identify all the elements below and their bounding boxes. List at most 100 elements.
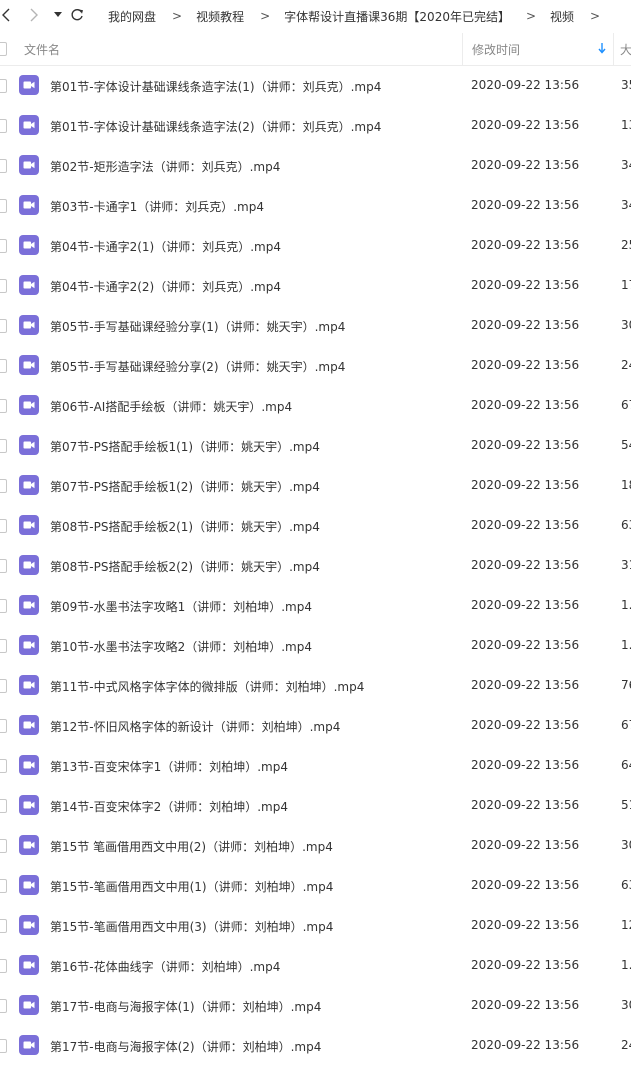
file-name[interactable]: 第01节-字体设计基础课线条造字法(2)（讲师：刘兵克）.mp4	[50, 118, 381, 135]
row-checkbox[interactable]	[0, 959, 7, 973]
row-checkbox[interactable]	[0, 639, 7, 653]
file-name[interactable]: 第17节-电商与海报字体(1)（讲师：刘柏坤）.mp4	[50, 998, 321, 1015]
video-file-icon	[19, 235, 39, 255]
breadcrumb-separator[interactable]: >	[590, 9, 600, 23]
file-modified-time: 2020-09-22 13:56	[471, 158, 580, 172]
video-file-icon	[19, 355, 39, 375]
row-checkbox[interactable]	[0, 799, 7, 813]
video-file-icon	[19, 555, 39, 575]
row-checkbox[interactable]	[0, 159, 7, 173]
select-all-checkbox[interactable]	[0, 42, 7, 56]
row-checkbox[interactable]	[0, 759, 7, 773]
row-checkbox[interactable]	[0, 679, 7, 693]
back-button[interactable]	[0, 4, 14, 26]
row-checkbox[interactable]	[0, 199, 7, 213]
history-dropdown-button[interactable]	[52, 4, 64, 26]
file-size: 76	[621, 678, 631, 692]
file-name[interactable]: 第08节-PS搭配手绘板2(1)（讲师：姚天宇）.mp4	[50, 518, 320, 535]
file-size: 24	[621, 358, 631, 372]
row-checkbox[interactable]	[0, 879, 7, 893]
row-checkbox[interactable]	[0, 1039, 7, 1053]
row-checkbox[interactable]	[0, 519, 7, 533]
file-row[interactable]: 第08节-PS搭配手绘板2(1)（讲师：姚天宇）.mp4 2020-09-22 …	[0, 506, 631, 546]
video-file-icon	[19, 155, 39, 175]
row-checkbox[interactable]	[0, 839, 7, 853]
file-row[interactable]: 第02节-矩形造字法（讲师：刘兵克）.mp4 2020-09-22 13:56 …	[0, 146, 631, 186]
file-name[interactable]: 第05节-手写基础课经验分享(1)（讲师：姚天宇）.mp4	[50, 318, 345, 335]
file-row[interactable]: 第06节-AI搭配手绘板（讲师：姚天宇）.mp4 2020-09-22 13:5…	[0, 386, 631, 426]
file-name[interactable]: 第07节-PS搭配手绘板1(2)（讲师：姚天宇）.mp4	[50, 478, 320, 495]
file-name[interactable]: 第11节-中式风格字体字体的微排版（讲师：刘柏坤）.mp4	[50, 678, 364, 695]
file-modified-time: 2020-09-22 13:56	[471, 118, 580, 132]
row-checkbox[interactable]	[0, 399, 7, 413]
column-header-time[interactable]: 修改时间	[472, 41, 520, 58]
row-checkbox[interactable]	[0, 279, 7, 293]
column-header-name[interactable]: 文件名	[24, 41, 60, 58]
file-name[interactable]: 第09节-水墨书法字攻略1（讲师：刘柏坤）.mp4	[50, 598, 312, 615]
row-checkbox[interactable]	[0, 239, 7, 253]
row-checkbox[interactable]	[0, 599, 7, 613]
column-header-size[interactable]: 大	[620, 41, 631, 58]
refresh-button[interactable]	[68, 4, 86, 26]
file-name[interactable]: 第14节-百变宋体字2（讲师：刘柏坤）.mp4	[50, 798, 288, 815]
file-row[interactable]: 第07节-PS搭配手绘板1(2)（讲师：姚天宇）.mp4 2020-09-22 …	[0, 466, 631, 506]
row-checkbox[interactable]	[0, 439, 7, 453]
file-modified-time: 2020-09-22 13:56	[471, 78, 580, 92]
file-row[interactable]: 第04节-卡通字2(1)（讲师：刘兵克）.mp4 2020-09-22 13:5…	[0, 226, 631, 266]
file-row[interactable]: 第07节-PS搭配手绘板1(1)（讲师：姚天宇）.mp4 2020-09-22 …	[0, 426, 631, 466]
row-checkbox[interactable]	[0, 559, 7, 573]
file-row[interactable]: 第09节-水墨书法字攻略1（讲师：刘柏坤）.mp4 2020-09-22 13:…	[0, 586, 631, 626]
file-name[interactable]: 第04节-卡通字2(2)（讲师：刘兵克）.mp4	[50, 278, 281, 295]
file-name[interactable]: 第16节-花体曲线字（讲师：刘柏坤）.mp4	[50, 958, 280, 975]
file-row[interactable]: 第05节-手写基础课经验分享(1)（讲师：姚天宇）.mp4 2020-09-22…	[0, 306, 631, 346]
file-row[interactable]: 第11节-中式风格字体字体的微排版（讲师：刘柏坤）.mp4 2020-09-22…	[0, 666, 631, 706]
row-checkbox[interactable]	[0, 319, 7, 333]
file-row[interactable]: 第15节-笔画借用西文中用(3)（讲师：刘柏坤）.mp4 2020-09-22 …	[0, 906, 631, 946]
file-name[interactable]: 第06节-AI搭配手绘板（讲师：姚天宇）.mp4	[50, 398, 292, 415]
file-name[interactable]: 第07节-PS搭配手绘板1(1)（讲师：姚天宇）.mp4	[50, 438, 320, 455]
breadcrumb-item-course[interactable]: 字体帮设计直播课36期【2020年已完结】	[284, 8, 510, 25]
file-name[interactable]: 第05节-手写基础课经验分享(2)（讲师：姚天宇）.mp4	[50, 358, 345, 375]
file-row[interactable]: 第15节-笔画借用西文中用(1)（讲师：刘柏坤）.mp4 2020-09-22 …	[0, 866, 631, 906]
file-row[interactable]: 第01节-字体设计基础课线条造字法(1)（讲师：刘兵克）.mp4 2020-09…	[0, 66, 631, 106]
row-checkbox[interactable]	[0, 719, 7, 733]
file-name[interactable]: 第15节-笔画借用西文中用(3)（讲师：刘柏坤）.mp4	[50, 918, 333, 935]
file-row[interactable]: 第13节-百变宋体字1（讲师：刘柏坤）.mp4 2020-09-22 13:56…	[0, 746, 631, 786]
file-row[interactable]: 第14节-百变宋体字2（讲师：刘柏坤）.mp4 2020-09-22 13:56…	[0, 786, 631, 826]
file-name[interactable]: 第13节-百变宋体字1（讲师：刘柏坤）.mp4	[50, 758, 288, 775]
breadcrumb-item-videos[interactable]: 视频	[550, 8, 574, 25]
file-row[interactable]: 第03节-卡通字1（讲师：刘兵克）.mp4 2020-09-22 13:56 3…	[0, 186, 631, 226]
file-row[interactable]: 第08节-PS搭配手绘板2(2)（讲师：姚天宇）.mp4 2020-09-22 …	[0, 546, 631, 586]
file-row[interactable]: 第01节-字体设计基础课线条造字法(2)（讲师：刘兵克）.mp4 2020-09…	[0, 106, 631, 146]
row-checkbox[interactable]	[0, 119, 7, 133]
row-checkbox[interactable]	[0, 919, 7, 933]
file-row[interactable]: 第05节-手写基础课经验分享(2)（讲师：姚天宇）.mp4 2020-09-22…	[0, 346, 631, 386]
breadcrumb: 我的网盘 > 视频教程 > 字体帮设计直播课36期【2020年已完结】 > 视频…	[108, 7, 614, 25]
file-name[interactable]: 第08节-PS搭配手绘板2(2)（讲师：姚天宇）.mp4	[50, 558, 320, 575]
file-name[interactable]: 第15节-笔画借用西文中用(1)（讲师：刘柏坤）.mp4	[50, 878, 333, 895]
file-name[interactable]: 第01节-字体设计基础课线条造字法(1)（讲师：刘兵克）.mp4	[50, 78, 381, 95]
file-name[interactable]: 第04节-卡通字2(1)（讲师：刘兵克）.mp4	[50, 238, 281, 255]
breadcrumb-item-tutorials[interactable]: 视频教程	[196, 8, 244, 25]
file-row[interactable]: 第04节-卡通字2(2)（讲师：刘兵克）.mp4 2020-09-22 13:5…	[0, 266, 631, 306]
file-name[interactable]: 第10节-水墨书法字攻略2（讲师：刘柏坤）.mp4	[50, 638, 312, 655]
file-name[interactable]: 第15节 笔画借用西文中用(2)（讲师：刘柏坤）.mp4	[50, 838, 333, 855]
file-name[interactable]: 第03节-卡通字1（讲师：刘兵克）.mp4	[50, 198, 264, 215]
breadcrumb-item-root[interactable]: 我的网盘	[108, 8, 156, 25]
breadcrumb-separator: >	[260, 9, 271, 23]
file-name[interactable]: 第12节-怀旧风格字体的新设计（讲师：刘柏坤）.mp4	[50, 718, 340, 735]
row-checkbox[interactable]	[0, 479, 7, 493]
forward-button[interactable]	[26, 4, 42, 26]
file-name[interactable]: 第02节-矩形造字法（讲师：刘兵克）.mp4	[50, 158, 280, 175]
file-name[interactable]: 第17节-电商与海报字体(2)（讲师：刘柏坤）.mp4	[50, 1038, 321, 1055]
file-row[interactable]: 第10节-水墨书法字攻略2（讲师：刘柏坤）.mp4 2020-09-22 13:…	[0, 626, 631, 666]
file-row[interactable]: 第17节-电商与海报字体(2)（讲师：刘柏坤）.mp4 2020-09-22 1…	[0, 1026, 631, 1066]
file-row[interactable]: 第17节-电商与海报字体(1)（讲师：刘柏坤）.mp4 2020-09-22 1…	[0, 986, 631, 1026]
row-checkbox[interactable]	[0, 79, 7, 93]
row-checkbox[interactable]	[0, 999, 7, 1013]
row-checkbox[interactable]	[0, 359, 7, 373]
column-header-time-cell[interactable]: 修改时间	[462, 33, 614, 65]
file-row[interactable]: 第12节-怀旧风格字体的新设计（讲师：刘柏坤）.mp4 2020-09-22 1…	[0, 706, 631, 746]
file-row[interactable]: 第15节 笔画借用西文中用(2)（讲师：刘柏坤）.mp4 2020-09-22 …	[0, 826, 631, 866]
file-row[interactable]: 第16节-花体曲线字（讲师：刘柏坤）.mp4 2020-09-22 13:56 …	[0, 946, 631, 986]
